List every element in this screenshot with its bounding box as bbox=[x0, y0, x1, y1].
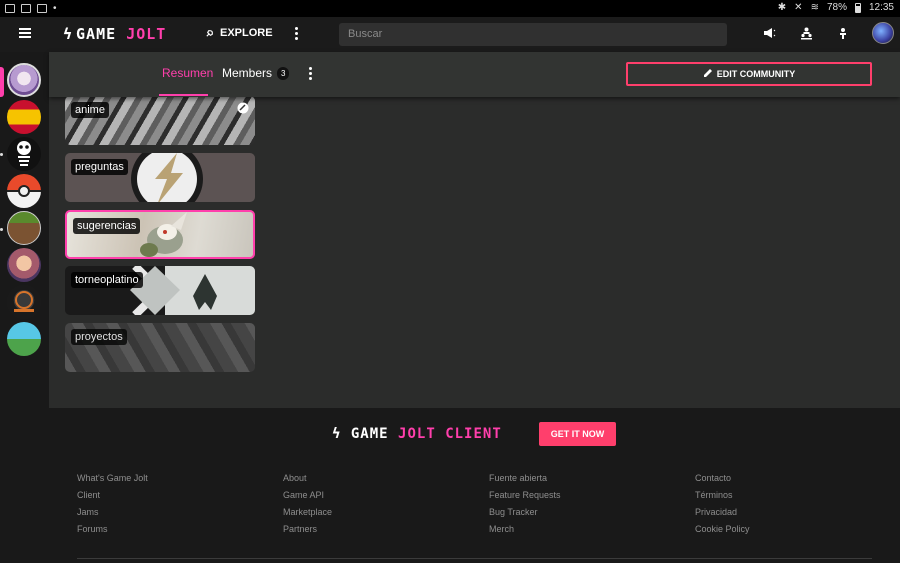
footer-link[interactable]: Partners bbox=[283, 524, 332, 541]
status-bar: • ✱ ✕ ≋ 78% 12:35 bbox=[0, 0, 900, 17]
footer: ϟ GAME JOLT CLIENT GET IT NOW What's Gam… bbox=[0, 408, 900, 563]
channel-label: preguntas bbox=[71, 159, 128, 175]
channel-panel: anime preguntas sugerencias torneoplatin… bbox=[49, 96, 900, 408]
top-nav: ϟ GAME JOLT EXPLORE Buscar bbox=[0, 17, 900, 52]
game-notification-icon-2 bbox=[37, 4, 47, 13]
more-options-icon[interactable] bbox=[295, 27, 299, 42]
edit-community-button[interactable]: EDIT COMMUNITY bbox=[626, 62, 872, 86]
footer-link[interactable]: Fuente abierta bbox=[489, 473, 561, 490]
channel-preguntas[interactable]: preguntas bbox=[65, 153, 255, 202]
battery-percent: 78% bbox=[826, 2, 847, 13]
footer-divider bbox=[77, 558, 872, 559]
battery-icon bbox=[854, 2, 861, 13]
active-tab-underline bbox=[159, 94, 208, 96]
members-count-badge: 3 bbox=[277, 67, 290, 80]
unread-indicator bbox=[0, 153, 3, 156]
community-anime-girl[interactable] bbox=[7, 248, 41, 282]
search-input[interactable]: Buscar bbox=[339, 23, 727, 46]
get-it-now-button[interactable]: GET IT NOW bbox=[539, 422, 616, 446]
more-notifications-icon: • bbox=[53, 3, 57, 14]
channel-torneoplatino[interactable]: torneoplatino bbox=[65, 266, 255, 315]
community-skeleton[interactable] bbox=[7, 137, 41, 171]
community-header: Resumen Members 3 EDIT COMMUNITY bbox=[49, 52, 900, 97]
pencil-icon bbox=[703, 69, 712, 77]
clock: 12:35 bbox=[868, 2, 894, 13]
explore-link[interactable]: EXPLORE bbox=[205, 27, 273, 39]
footer-link[interactable]: Client bbox=[77, 490, 148, 507]
unread-indicator bbox=[0, 228, 3, 231]
community-atlas-zero[interactable] bbox=[7, 285, 41, 319]
channel-label: sugerencias bbox=[73, 218, 141, 234]
channel-label: anime bbox=[71, 102, 109, 118]
channel-sugerencias[interactable]: sugerencias bbox=[65, 210, 255, 259]
notifications-icon[interactable] bbox=[838, 27, 848, 43]
channel-anime[interactable]: anime bbox=[65, 96, 255, 145]
footer-link[interactable]: What's Game Jolt bbox=[77, 473, 148, 490]
footer-column-3: Fuente abierta Feature Requests Bug Trac… bbox=[489, 473, 561, 541]
announcements-icon[interactable] bbox=[763, 27, 776, 42]
footer-link[interactable]: Feature Requests bbox=[489, 490, 561, 507]
hamburger-menu-icon[interactable] bbox=[19, 28, 31, 38]
active-community-indicator bbox=[0, 67, 4, 97]
gamejolt-logo[interactable]: ϟ GAME JOLT bbox=[63, 25, 166, 43]
footer-column-1: What's Game Jolt Client Jams Forums bbox=[77, 473, 148, 541]
status-right: ✱ ✕ ≋ 78% 12:35 bbox=[778, 2, 894, 13]
channel-label: proyectos bbox=[71, 329, 127, 345]
footer-link[interactable]: Cookie Policy bbox=[695, 524, 750, 541]
tab-members[interactable]: Members 3 bbox=[222, 66, 290, 80]
user-avatar[interactable] bbox=[872, 22, 894, 44]
footer-link[interactable]: Forums bbox=[77, 524, 148, 541]
mute-icon: ✕ bbox=[794, 2, 803, 13]
wifi-icon: ≋ bbox=[810, 2, 819, 13]
explore-label: EXPLORE bbox=[220, 27, 273, 39]
search-placeholder: Buscar bbox=[348, 28, 383, 40]
footer-column-2: About Game API Marketplace Partners bbox=[283, 473, 332, 541]
tab-resumen[interactable]: Resumen bbox=[162, 66, 213, 80]
gamejolt-client-logo: ϟ GAME JOLT CLIENT bbox=[332, 426, 502, 442]
footer-link[interactable]: Contacto bbox=[695, 473, 750, 490]
footer-link[interactable]: Marketplace bbox=[283, 507, 332, 524]
community-more-options-icon[interactable] bbox=[309, 67, 313, 82]
friends-icon[interactable] bbox=[800, 27, 813, 43]
footer-link[interactable]: Game API bbox=[283, 490, 332, 507]
community-landscape[interactable] bbox=[7, 322, 41, 356]
footer-link[interactable]: About bbox=[283, 473, 332, 490]
rocket-icon bbox=[206, 29, 213, 37]
footer-link[interactable]: Jams bbox=[77, 507, 148, 524]
footer-link[interactable]: Privacidad bbox=[695, 507, 750, 524]
channel-label: torneoplatino bbox=[71, 272, 143, 288]
footer-link[interactable]: Merch bbox=[489, 524, 561, 541]
status-left: • bbox=[5, 3, 57, 14]
gallery-notification-icon bbox=[5, 4, 15, 13]
community-spain-flag[interactable] bbox=[7, 100, 41, 134]
game-notification-icon bbox=[21, 4, 31, 13]
community-pokeball[interactable] bbox=[7, 174, 41, 208]
footer-link[interactable]: Bug Tracker bbox=[489, 507, 561, 524]
community-minecraft-block[interactable] bbox=[7, 211, 41, 245]
channel-proyectos[interactable]: proyectos bbox=[65, 323, 255, 372]
bluetooth-icon: ✱ bbox=[777, 2, 787, 13]
footer-column-4: Contacto Términos Privacidad Cookie Poli… bbox=[695, 473, 750, 541]
footer-link[interactable]: Términos bbox=[695, 490, 750, 507]
community-avatar-girl[interactable] bbox=[7, 63, 41, 97]
channel-settings-icon bbox=[237, 102, 249, 114]
